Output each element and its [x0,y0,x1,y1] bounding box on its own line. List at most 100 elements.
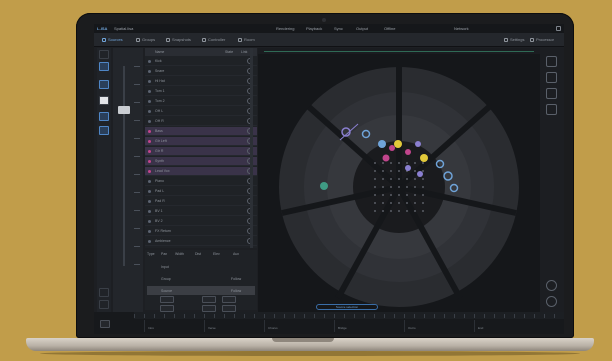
color-dot [148,60,151,63]
add-button[interactable] [160,296,174,303]
list-item[interactable]: Bass [145,127,257,136]
spatial-view[interactable]: ● Ch 1 ● Ch 2 [258,48,540,333]
list-item[interactable]: Synth [145,157,257,166]
tab-room[interactable]: Room [238,36,255,43]
properties-header-cell[interactable]: Elev [213,252,220,256]
session-name[interactable]: Spatial.lisa [114,26,133,31]
camera-icon[interactable] [99,96,109,105]
view-button[interactable] [99,80,109,89]
list-item[interactable]: BV 2 [145,217,257,226]
list-scrollbar[interactable] [250,48,253,248]
source-object-8[interactable] [415,141,421,147]
lock-icon[interactable] [99,300,109,309]
mode-button[interactable] [99,62,109,71]
timeline-tick [504,314,505,318]
properties-header-cell[interactable]: Dist [195,252,201,256]
properties-header: Type Pan Width Dist Elev Aux [145,250,257,257]
color-dot [148,70,151,73]
list-item[interactable]: Pad R [145,197,257,206]
transport-menu-button[interactable] [100,320,110,328]
settings-button[interactable]: Settings [504,36,524,43]
color-dot [148,110,151,113]
master-fader-track[interactable] [123,66,125,266]
marker-segment-4[interactable]: Bridge [334,320,405,332]
list-item[interactable]: Hi Hat [145,77,257,86]
link-button[interactable] [222,296,236,303]
source-object-15[interactable] [417,171,423,177]
layout-button[interactable] [99,112,109,121]
speaker-point [414,210,416,212]
properties-header-cell[interactable]: Pan [161,252,167,256]
list-item[interactable]: Ambience [145,237,257,246]
marker-segment-2[interactable]: Verse [204,320,265,332]
rotate-left-icon[interactable] [546,280,557,291]
speaker-point [374,210,376,212]
properties-header-cell[interactable]: Width [175,252,184,256]
copy-button[interactable] [202,305,216,312]
properties-row[interactable]: Input [147,262,255,271]
timeline-tick [214,314,215,318]
list-item[interactable]: Snare [145,67,257,76]
marker-segment-5[interactable]: Outro [404,320,475,332]
list-item[interactable]: Tom 1 [145,87,257,96]
list-item[interactable]: Piano [145,177,257,186]
list-item-label: Pad R [155,199,165,203]
color-dot [148,210,151,213]
list-item[interactable]: Lead Vox [145,167,257,176]
properties-row[interactable]: Source Follow [147,286,255,295]
header-state[interactable]: State [225,50,233,54]
expand-icon[interactable] [546,72,557,83]
timeline-tick [344,314,345,318]
marker-segment-3[interactable]: Chorus [264,320,335,332]
marker-segment-1[interactable]: Intro [144,320,205,332]
duplicate-button[interactable] [202,296,216,303]
header-name[interactable]: Name [155,50,164,54]
source-object-4[interactable] [389,145,395,151]
list-item[interactable]: Pad L [145,187,257,196]
network-status[interactable]: Network [454,26,469,31]
source-object-9[interactable] [420,154,428,162]
master-fader-knob[interactable] [118,106,130,114]
properties-header-cell[interactable]: Type [147,252,155,256]
list-item[interactable]: Tom 2 [145,97,257,106]
list-item[interactable]: Gtr R [145,147,257,156]
properties-row[interactable]: Group Follow [147,274,255,283]
source-object-6[interactable] [382,154,390,162]
source-object-5[interactable] [394,140,402,148]
speaker-point [382,170,384,172]
properties-header-cell[interactable]: Aux [233,252,239,256]
bell-icon[interactable] [556,26,561,31]
source-search-input[interactable]: Source selection [316,304,378,310]
list-item[interactable]: FX Return [145,227,257,236]
tab-controller[interactable]: Controller [202,36,225,43]
grid-icon[interactable] [99,126,109,135]
processor-button[interactable]: Processor [530,36,554,43]
tab-groups[interactable]: Groups [136,36,155,43]
timeline-track[interactable] [134,312,564,319]
spatial-canvas[interactable] [258,48,540,330]
remove-button[interactable] [160,305,174,312]
tab-bar: Sources Groups Snapshots Controller Room… [94,33,564,47]
tab-sources[interactable]: Sources [102,36,123,43]
list-item[interactable]: Gtr Left [145,137,257,146]
source-object-13[interactable] [320,182,328,190]
tab-snapshots[interactable]: Snapshots [166,36,191,43]
speaker-point [422,178,424,180]
source-object-3[interactable] [378,140,386,148]
fader-tick [134,84,140,85]
marker-segment-6[interactable]: End [474,320,555,332]
zoom-icon[interactable] [546,104,557,115]
fit-icon[interactable] [546,88,557,99]
source-object-14[interactable] [405,165,411,171]
list-item[interactable]: Kick [145,57,257,66]
header-link[interactable]: Link [241,50,247,54]
list-item[interactable]: BV 1 [145,207,257,216]
link-icon[interactable] [99,288,109,297]
rotate-right-icon[interactable] [546,296,557,307]
view-top-icon[interactable] [546,56,557,67]
collapse-icon[interactable] [99,50,109,59]
paste-button[interactable] [222,305,236,312]
list-item[interactable]: OH L [145,107,257,116]
list-item[interactable]: OH R [145,117,257,126]
source-object-7[interactable] [405,149,411,155]
